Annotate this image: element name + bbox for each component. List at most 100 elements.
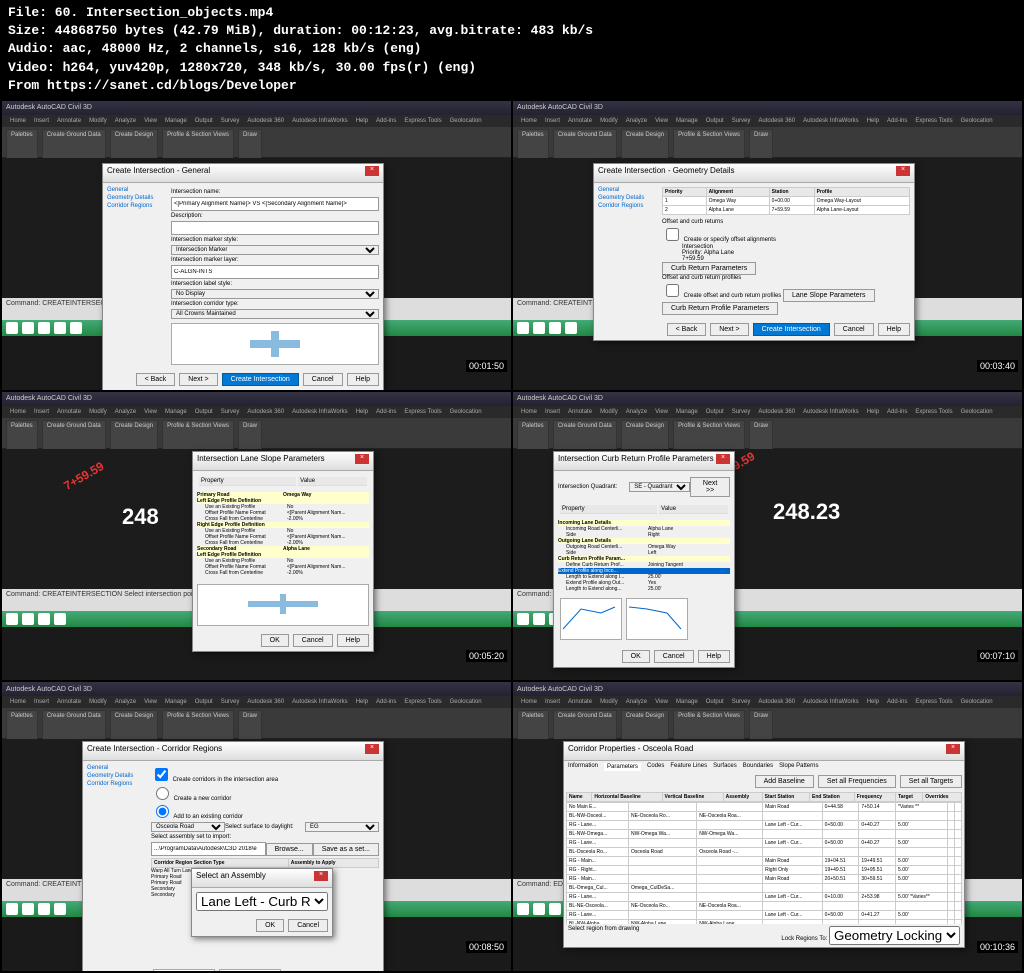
drawing-canvas[interactable]: Corridor Properties - Osceola Road× Info… [513,739,1022,879]
help-button[interactable]: Help [347,373,379,386]
help-button[interactable]: Help [337,634,369,647]
tab-information[interactable]: Information [568,763,598,771]
close-icon[interactable]: × [365,166,379,176]
browse-button[interactable]: Browse... [266,843,313,856]
cancel-button[interactable]: Cancel [293,634,333,647]
curb-return-params-button[interactable]: Curb Return Parameters [662,262,756,275]
close-icon[interactable]: × [355,454,369,464]
close-icon[interactable]: × [314,871,328,881]
layer-input[interactable] [171,265,379,279]
thumbnail-grid: Autodesk AutoCAD Civil 3D HomeInsertAnno… [0,99,1024,973]
table-row: RG - Main...Main Road19+04.5119+49.515.0… [567,857,962,866]
meta-audio: Audio: aac, 48000 Hz, 2 channels, s16, 1… [8,40,1016,58]
create-offset-checkbox[interactable]: Create or specify offset alignments [662,237,776,243]
back-button[interactable]: < Back [136,373,176,386]
step-geometry[interactable]: Geometry Details [598,195,658,201]
next-quad-button[interactable]: Next >> [690,477,730,497]
next-button[interactable]: Next > [710,323,748,336]
drawing-canvas[interactable]: Create Intersection - General× General G… [2,158,511,298]
step-corridor[interactable]: Corridor Regions [87,781,147,787]
select-region-label[interactable]: Select region from drawing [568,926,639,945]
meta-video: Video: h264, yuv420p, 1280x720, 348 kb/s… [8,59,1016,77]
start-icon[interactable] [6,322,18,334]
meta-from: From https://sanet.cd/blogs/Developer [8,77,1016,95]
dialog-title: Create Intersection - General× [103,164,383,183]
step-corridor[interactable]: Corridor Regions [598,203,658,209]
profile-graph-1 [560,598,622,640]
app-titlebar: Autodesk AutoCAD Civil 3D [513,392,1022,406]
create-button[interactable]: Create Intersection [753,323,830,336]
tab-bar[interactable]: Information Parameters Codes Feature Lin… [564,761,964,773]
marker-style-select[interactable]: Intersection Marker [171,245,379,255]
ok-button[interactable]: OK [256,919,284,932]
drawing-canvas[interactable]: Create Intersection - Corridor Regions× … [2,739,511,879]
close-icon[interactable]: × [946,744,960,754]
dialog-main: Intersection name: Description: Intersec… [171,187,379,365]
wizard-steps[interactable]: General Geometry Details Corridor Region… [598,187,658,315]
tab-feature-lines[interactable]: Feature Lines [670,763,707,771]
assembly-dropdown[interactable]: Lane Left - Curb Right [196,892,328,911]
ribbon: HomeInsertAnnotateModifyAnalyzeViewManag… [2,115,511,158]
set-frequencies-button[interactable]: Set all Frequencies [818,775,896,788]
file-metadata: File: 60. Intersection_objects.mp4 Size:… [0,0,1024,99]
table-row: RG - Main...Main Road20+50.5130+59.515.0… [567,875,962,884]
ribbon-panels[interactable]: PalettesCreate Ground DataCreate DesignP… [2,127,511,161]
tab-parameters[interactable]: Parameters [604,763,641,771]
wizard-steps[interactable]: General Geometry Details Corridor Region… [107,187,167,365]
help-button[interactable]: Help [698,650,730,663]
step-geometry[interactable]: Geometry Details [87,773,147,779]
select-assembly-subdialog: Select an Assembly× Lane Left - Curb Rig… [191,868,333,937]
add-baseline-button[interactable]: Add Baseline [755,775,814,788]
close-icon[interactable]: × [716,454,730,464]
step-geometry[interactable]: Geometry Details [107,195,167,201]
tab-surfaces[interactable]: Surfaces [713,763,737,771]
help-button[interactable]: Help [878,323,910,336]
intersection-name-input[interactable] [171,197,379,211]
alignments-table[interactable]: PriorityAlignmentStationProfile 1Omega W… [662,187,910,215]
description-input[interactable] [171,221,379,235]
table-row: RG - Lane...Lane Left - Cur...0+10.002+5… [567,893,962,902]
step-general[interactable]: General [107,187,167,193]
create-profiles-checkbox[interactable]: Create offset and curb return profiles [662,293,781,299]
assembly-path-input[interactable] [151,842,266,856]
lock-regions-select[interactable]: Geometry Locking [829,926,960,945]
close-icon[interactable]: × [896,166,910,176]
cancel-button[interactable]: Cancel [288,919,328,932]
save-set-button[interactable]: Save as a set... [313,843,379,856]
cancel-button[interactable]: Cancel [654,650,694,663]
label-style-select[interactable]: No Display [171,289,379,299]
step-general[interactable]: General [87,765,147,771]
app-titlebar: Autodesk AutoCAD Civil 3D [2,682,511,696]
curb-profile-button[interactable]: Curb Return Profile Parameters [662,302,778,315]
tab-boundaries[interactable]: Boundaries [743,763,773,771]
tab-slope-patterns[interactable]: Slope Patterns [779,763,818,771]
drawing-canvas[interactable]: 7+59.59 248.23 Intersection Curb Return … [513,449,1022,589]
corridor-type-select[interactable]: All Crowns Maintained [171,309,379,319]
create-button[interactable]: Create Intersection [222,373,299,386]
drawing-canvas[interactable]: Create Intersection - Geometry Details× … [513,158,1022,298]
existing-corridor-radio[interactable]: Add to an existing corridor [151,814,243,820]
quadrant-select[interactable]: SE - Quadrant [629,482,690,492]
timestamp: 00:07:10 [977,650,1018,662]
cancel-button[interactable]: Cancel [834,323,874,336]
back-button[interactable]: < Back [667,323,707,336]
step-corridor[interactable]: Corridor Regions [107,203,167,209]
ribbon-tabs[interactable]: HomeInsertAnnotateModifyAnalyzeViewManag… [2,115,511,127]
next-button[interactable]: Next > [179,373,217,386]
surface-select[interactable]: EG [305,822,379,832]
property-table[interactable]: PropertyValue [197,475,369,488]
ok-button[interactable]: OK [261,634,289,647]
close-icon[interactable]: × [365,744,379,754]
ok-button[interactable]: OK [622,650,650,663]
set-targets-button[interactable]: Set all Targets [900,775,962,788]
lane-slope-button[interactable]: Lane Slope Parameters [783,289,875,302]
table-row: RG - Right...Right Only19+49.5119+95.515… [567,866,962,875]
create-corridors-checkbox[interactable]: Create corridors in the intersection are… [151,777,278,783]
cancel-button[interactable]: Cancel [303,373,343,386]
drawing-canvas[interactable]: 7+59.59 248 Intersection Lane Slope Para… [2,449,511,589]
step-general[interactable]: General [598,187,658,193]
table-row: BL-Osceola Ro...Osceola RoadOsceola Road… [567,848,962,857]
corridor-select[interactable]: Osceola Road [151,822,225,832]
corridor-regions-table[interactable]: NameHorizontal BaselineVertical Baseline… [566,792,962,802]
tab-codes[interactable]: Codes [647,763,664,771]
